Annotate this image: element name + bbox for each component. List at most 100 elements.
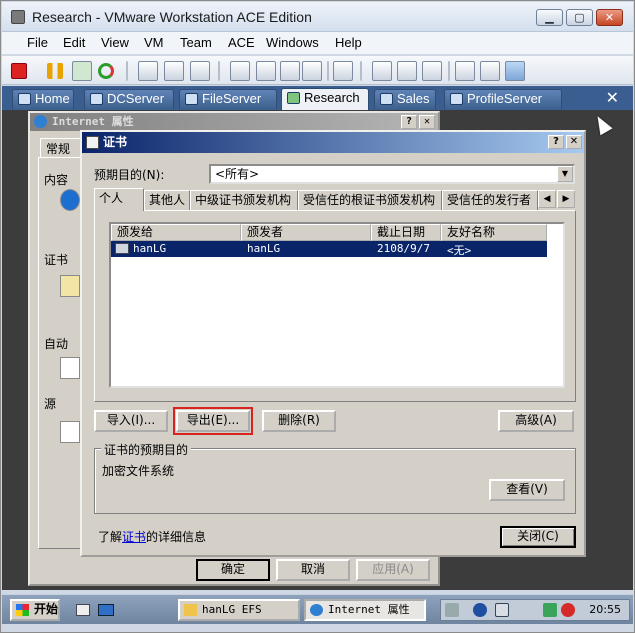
ace-icon[interactable]: [302, 61, 322, 81]
column-issued-to[interactable]: 颁发给: [111, 224, 241, 241]
chevron-down-icon[interactable]: ▼: [557, 166, 573, 182]
snapshot-icon[interactable]: [138, 61, 158, 81]
appliance-view-icon[interactable]: [505, 61, 525, 81]
tab-intermediate-ca[interactable]: 中级证书颁发机构: [190, 190, 298, 210]
scroll-left-icon[interactable]: ◀: [538, 190, 556, 208]
help-icon[interactable]: [473, 603, 487, 617]
certificate-icon: [60, 275, 80, 297]
toolbar-separator: [360, 61, 362, 81]
vm-icon: [450, 93, 463, 105]
help-button[interactable]: ?: [548, 135, 564, 149]
tab-home[interactable]: Home: [12, 89, 74, 109]
close-tab-icon[interactable]: ✕: [606, 88, 619, 107]
power-on-icon[interactable]: [72, 61, 92, 81]
revert-snapshot-icon[interactable]: [164, 61, 184, 81]
taskbar-item-internet-properties[interactable]: Internet 属性: [304, 599, 426, 621]
menu-help[interactable]: Help: [335, 35, 362, 50]
tab-sales[interactable]: Sales: [374, 89, 436, 109]
close-button[interactable]: ✕: [566, 135, 582, 149]
certificate-icon: [115, 243, 129, 254]
certificates-link[interactable]: 证书: [122, 530, 146, 544]
summary-view-icon[interactable]: [480, 61, 500, 81]
apply-button[interactable]: 应用(A): [356, 559, 430, 581]
column-issued-by[interactable]: 颁发者: [241, 224, 371, 241]
menu-view[interactable]: View: [101, 35, 129, 50]
help-button[interactable]: ?: [401, 115, 417, 129]
tab-label: ProfileServer: [467, 91, 543, 106]
reset-icon[interactable]: [98, 63, 114, 79]
certificates-title-bar: 证书 ? ✕: [82, 132, 584, 153]
windows-logo-icon: [16, 604, 29, 616]
lan-segment-icon[interactable]: [280, 61, 300, 81]
tab-fileserver[interactable]: FileServer: [179, 89, 277, 109]
tab-label: DCServer: [107, 91, 165, 106]
table-row[interactable]: hanLG hanLG 2108/9/7 <无>: [111, 241, 547, 257]
keyboard-icon[interactable]: [445, 603, 459, 617]
clock: 20:55: [589, 603, 621, 616]
menu-file[interactable]: File: [27, 35, 48, 50]
menu-team[interactable]: Team: [180, 35, 212, 50]
tab-trusted-publishers[interactable]: 受信任的发行者: [442, 190, 538, 210]
menu-edit[interactable]: Edit: [63, 35, 85, 50]
certificate-list[interactable]: 颁发给 颁发者 截止日期 友好名称 hanLG hanLG 2108/9/7 <…: [109, 222, 565, 388]
security-icon[interactable]: [543, 603, 557, 617]
cancel-button[interactable]: 取消: [276, 559, 350, 581]
vm-tab-strip: Home DCServer FileServer Research Sales …: [2, 86, 633, 110]
internet-properties-title-bar: Internet 属性 ? ✕: [30, 113, 438, 131]
network-icon[interactable]: [495, 603, 509, 617]
tab-label: FileServer: [202, 91, 262, 106]
close-button[interactable]: ✕: [419, 115, 435, 129]
team-icon[interactable]: [230, 61, 250, 81]
guest-taskbar: 开始 hanLG EFS Internet 属性 20:55: [2, 594, 633, 624]
team-power-icon[interactable]: [256, 61, 276, 81]
certificates-dialog: 证书 ? ✕ 预期目的(N): <所有> ▼ 个人 其他人 中级证书颁发机构 受…: [80, 130, 586, 557]
quick-launch-icon[interactable]: [98, 604, 114, 616]
console-view-icon[interactable]: [455, 61, 475, 81]
tab-research[interactable]: Research: [281, 88, 369, 110]
quick-switch-icon[interactable]: [333, 61, 353, 81]
view-button[interactable]: 查看(V): [489, 479, 565, 501]
sidebar-icon[interactable]: [372, 61, 392, 81]
fullscreen-icon[interactable]: [397, 61, 417, 81]
tab-trusted-root-ca[interactable]: 受信任的根证书颁发机构: [298, 190, 442, 210]
tab-profileserver[interactable]: ProfileServer: [444, 89, 562, 109]
home-icon: [18, 93, 31, 105]
export-button[interactable]: 导出(E)...: [173, 407, 253, 435]
menu-windows[interactable]: Windows: [266, 35, 319, 50]
ie-icon: [34, 115, 47, 128]
advanced-button[interactable]: 高级(A): [498, 410, 574, 432]
maximize-button[interactable]: ▢: [566, 9, 593, 26]
window-title: Research - VMware Workstation ACE Editio…: [32, 9, 312, 25]
globe-icon: [60, 189, 80, 211]
column-friendly-name[interactable]: 友好名称: [441, 224, 547, 241]
tab-other-people[interactable]: 其他人: [144, 190, 190, 210]
ok-button[interactable]: 确定: [196, 559, 270, 581]
tab-personal[interactable]: 个人: [94, 188, 144, 211]
tab-general[interactable]: 常规: [40, 138, 84, 158]
internet-properties-title: Internet 属性: [52, 115, 134, 128]
power-off-icon[interactable]: [11, 63, 27, 79]
scroll-right-icon[interactable]: ▶: [557, 190, 575, 208]
suspend-icon[interactable]: [47, 63, 63, 79]
menu-ace[interactable]: ACE: [228, 35, 255, 50]
feeds-label: 源: [44, 397, 57, 411]
delete-button[interactable]: 删除(R): [262, 410, 336, 432]
issued-by-cell: hanLG: [247, 242, 281, 255]
volume-muted-icon[interactable]: [561, 603, 575, 617]
show-desktop-icon[interactable]: [76, 604, 90, 616]
snapshot-manager-icon[interactable]: [190, 61, 210, 81]
column-expiration-date[interactable]: 截止日期: [371, 224, 441, 241]
import-button[interactable]: 导入(I)...: [94, 410, 168, 432]
taskbar-item-hanlg-efs[interactable]: hanLG EFS: [178, 599, 300, 621]
tab-dcserver[interactable]: DCServer: [84, 89, 174, 109]
vm-icon: [90, 93, 103, 105]
fit-window-icon[interactable]: [422, 61, 442, 81]
toolbar-separator: [327, 61, 329, 81]
minimize-button[interactable]: ▁: [536, 9, 563, 26]
start-button[interactable]: 开始: [10, 599, 60, 621]
close-button[interactable]: ✕: [596, 9, 623, 26]
close-dialog-button[interactable]: 关闭(C): [500, 526, 576, 548]
menu-vm[interactable]: VM: [144, 35, 164, 50]
intended-purpose-select[interactable]: <所有> ▼: [209, 164, 575, 184]
toolbar: [2, 55, 633, 85]
